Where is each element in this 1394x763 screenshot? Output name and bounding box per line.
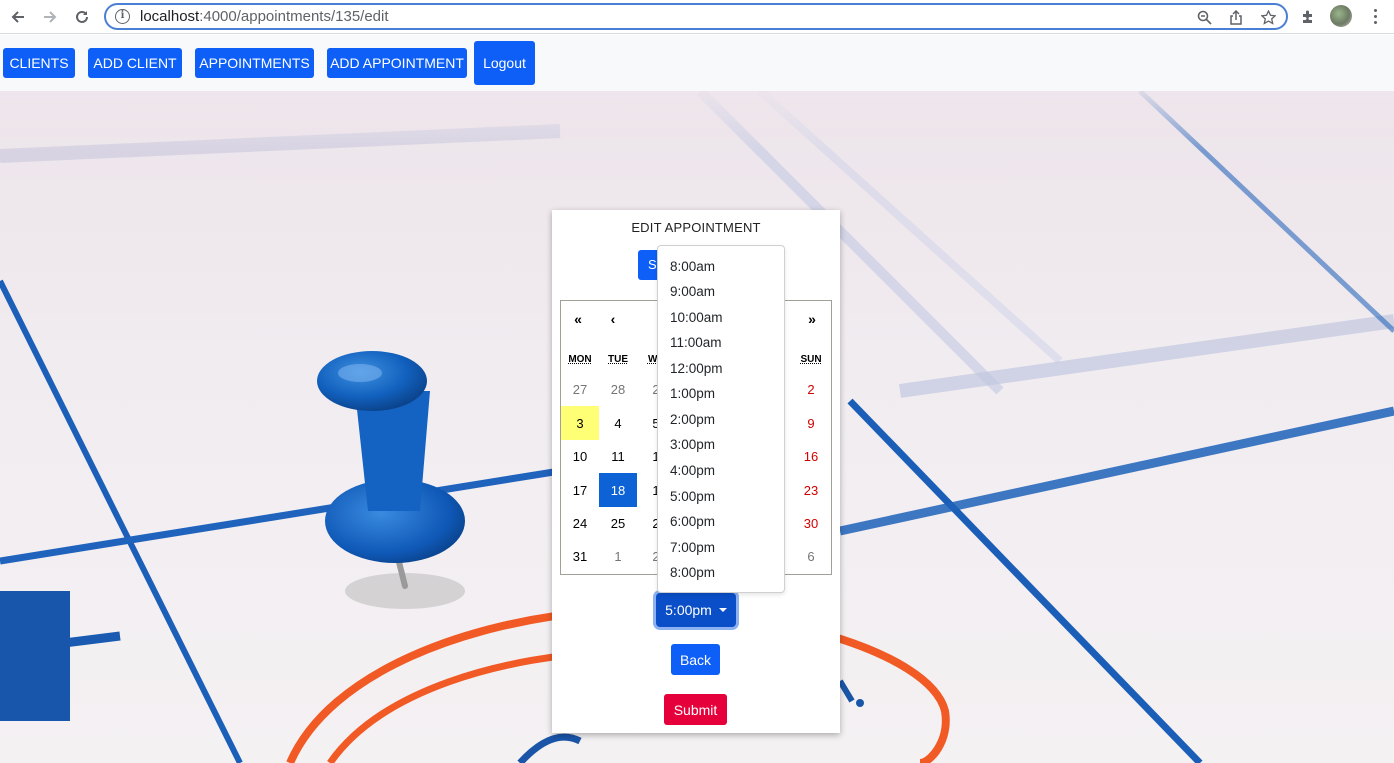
caret-down-icon	[718, 608, 727, 612]
app-navbar: CLIENTS ADD CLIENT APPOINTMENTS ADD APPO…	[0, 35, 1394, 91]
time-option[interactable]: 5:00pm	[670, 489, 715, 504]
menu-kebab-icon[interactable]	[1368, 5, 1382, 27]
page-title: EDIT APPOINTMENT	[631, 220, 761, 235]
site-info-icon[interactable]: i	[115, 9, 130, 24]
url-text: localhost:4000/appointments/135/edit	[140, 8, 389, 25]
time-option[interactable]: 10:00am	[670, 310, 723, 325]
calendar-day[interactable]: 31	[561, 539, 599, 573]
time-selected-label: 5:00pm	[665, 602, 712, 618]
nav-clients-button[interactable]: CLIENTS	[3, 48, 75, 78]
profile-avatar[interactable]	[1330, 5, 1352, 27]
time-option[interactable]: 9:00am	[670, 284, 715, 299]
calendar-day[interactable]: 23	[792, 473, 830, 507]
browser-toolbar: i localhost:4000/appointments/135/edit	[0, 0, 1394, 34]
calendar-day[interactable]: 9	[792, 406, 830, 440]
forward-arrow-icon[interactable]	[37, 4, 63, 30]
nav-appointments-button[interactable]: APPOINTMENTS	[195, 48, 314, 78]
time-option[interactable]: 2:00pm	[670, 412, 715, 427]
time-option[interactable]: 3:00pm	[670, 437, 715, 452]
nav-add-client-button[interactable]: ADD CLIENT	[88, 48, 182, 78]
time-select-dropdown-toggle[interactable]: 5:00pm	[656, 593, 736, 627]
share-icon[interactable]	[1225, 6, 1247, 28]
back-button[interactable]: Back	[671, 644, 720, 675]
time-option[interactable]: 4:00pm	[670, 463, 715, 478]
nav-logout-button[interactable]: Logout	[474, 41, 535, 85]
time-dropdown-menu: 8:00am 9:00am 10:00am 11:00am 12:00pm 1:…	[657, 245, 785, 593]
time-option[interactable]: 6:00pm	[670, 514, 715, 529]
zoom-icon[interactable]	[1193, 6, 1215, 28]
bookmark-star-icon[interactable]	[1257, 6, 1279, 28]
nav-add-appointment-button[interactable]: ADD APPOINTMENT	[327, 48, 467, 78]
calendar-day[interactable]: 6	[792, 539, 830, 573]
submit-button[interactable]: Submit	[664, 694, 727, 725]
calendar-day[interactable]: 28	[599, 372, 637, 406]
calendar-day[interactable]: 1	[599, 539, 637, 573]
calendar-day[interactable]: 25	[599, 506, 637, 540]
prev-year-button[interactable]: «	[568, 311, 588, 327]
url-host: localhost	[140, 8, 200, 25]
calendar-day[interactable]: 17	[561, 473, 599, 507]
calendar-day[interactable]: 30	[792, 506, 830, 540]
time-option[interactable]: 8:00pm	[670, 565, 715, 580]
back-arrow-icon[interactable]	[5, 4, 31, 30]
calendar-day[interactable]: 2	[792, 372, 830, 406]
weekday-header: TUE	[608, 354, 628, 365]
time-option[interactable]: 7:00pm	[670, 540, 715, 555]
time-option[interactable]: 8:00am	[670, 259, 715, 274]
extensions-puzzle-icon[interactable]	[1297, 6, 1319, 28]
calendar-day[interactable]: 4	[599, 406, 637, 440]
calendar-day[interactable]: 27	[561, 372, 599, 406]
weekday-header: MON	[568, 354, 592, 365]
next-year-button[interactable]: »	[802, 311, 822, 327]
address-bar[interactable]: i localhost:4000/appointments/135/edit	[104, 3, 1288, 30]
calendar-day[interactable]: 11	[599, 439, 637, 473]
url-path: :4000/appointments/135/edit	[199, 8, 389, 25]
calendar-day[interactable]: 16	[792, 439, 830, 473]
calendar-day[interactable]: 24	[561, 506, 599, 540]
reload-icon[interactable]	[69, 4, 95, 30]
calendar-day-today[interactable]: 3	[561, 406, 599, 440]
calendar-day-selected[interactable]: 18	[599, 473, 637, 507]
prev-month-button[interactable]: ‹	[603, 311, 623, 327]
time-option[interactable]: 12:00pm	[670, 361, 723, 376]
time-option[interactable]: 11:00am	[670, 335, 722, 350]
calendar-day[interactable]: 10	[561, 439, 599, 473]
weekday-header: SUN	[800, 354, 822, 365]
time-option[interactable]: 1:00pm	[670, 386, 715, 401]
